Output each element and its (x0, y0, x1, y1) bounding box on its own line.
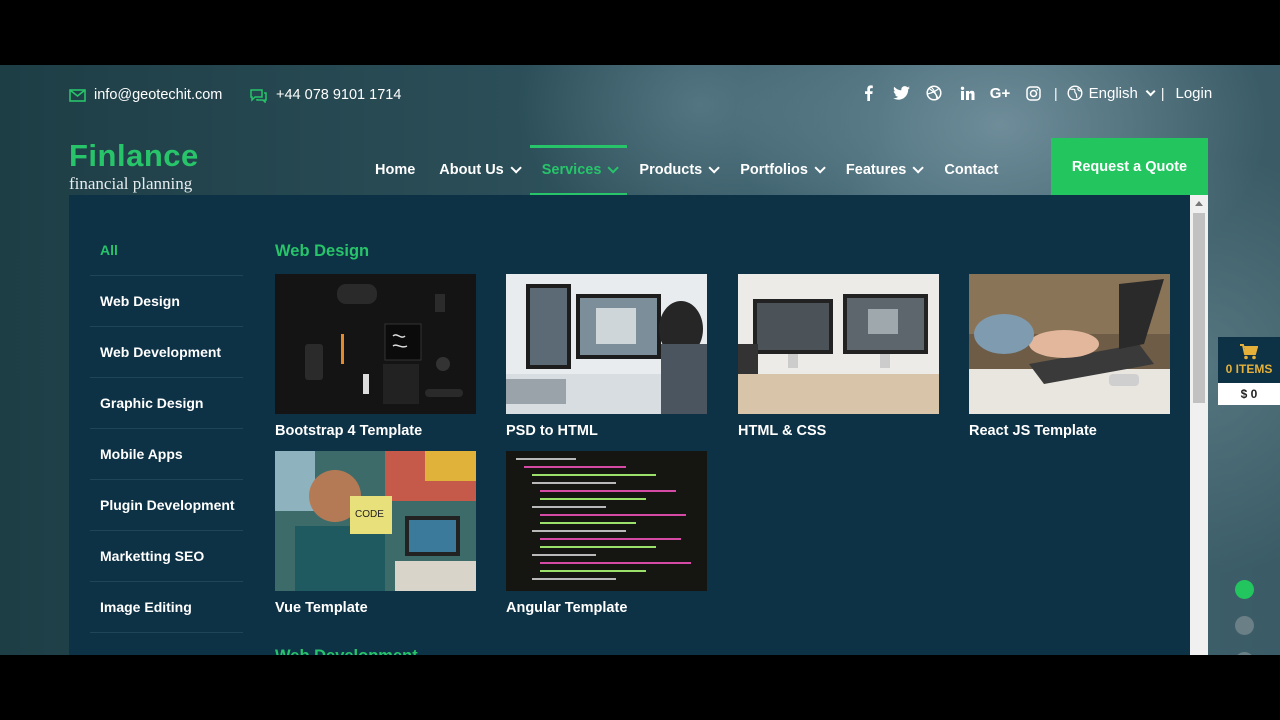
logo[interactable]: Finlance financial planning (69, 139, 199, 193)
nav-home[interactable]: Home (363, 145, 427, 195)
thumbnail-vue: CODE (275, 451, 476, 591)
slider-dot[interactable] (1235, 652, 1254, 655)
separator: | (1160, 85, 1165, 101)
thumbnail-bootstrap (275, 274, 476, 414)
scroll-up-arrow-icon[interactable] (1195, 201, 1203, 206)
service-card-title: React JS Template (969, 423, 1097, 439)
service-card[interactable]: Angular Template (506, 451, 707, 616)
category-plugin-development[interactable]: Plugin Development (90, 480, 243, 531)
nav-about-us-label: About Us (439, 162, 504, 178)
service-card[interactable]: HTML & CSS (738, 274, 939, 439)
nav-services[interactable]: Services (529, 145, 628, 195)
nav-portfolios-label: Portfolios (740, 162, 808, 178)
envelope-icon (69, 88, 86, 102)
cart-summary: 0 ITEMS (1218, 337, 1280, 383)
request-quote-button[interactable]: Request a Quote (1051, 138, 1208, 195)
chevron-down-icon (912, 162, 925, 174)
category-web-development[interactable]: Web Development (90, 327, 243, 378)
service-card-title: PSD to HTML (506, 423, 598, 439)
top-bar: info@geotechit.com +44 078 9101 1714 G+ … (0, 65, 1280, 127)
section-title-web-design: Web Design (275, 242, 370, 260)
logo-tagline: financial planning (69, 174, 193, 193)
service-card-title: Bootstrap 4 Template (275, 423, 423, 439)
language-label: English (1088, 84, 1138, 102)
service-card[interactable]: Bootstrap 4 Template (275, 274, 476, 439)
top-right-links: G+ | English | Login (858, 83, 1212, 103)
service-card-title: HTML & CSS (738, 423, 827, 439)
instagram-icon[interactable] (1023, 83, 1043, 103)
cart-items-count: 0 ITEMS (1225, 362, 1273, 376)
logo-name: Finlance (69, 138, 199, 173)
nav-features[interactable]: Features (834, 145, 932, 195)
phone-link[interactable]: +44 078 9101 1714 (249, 87, 401, 103)
email-link[interactable]: info@geotechit.com (69, 87, 222, 103)
service-card[interactable]: PSD to HTML (506, 274, 707, 439)
thumbnail-react-js (969, 274, 1170, 414)
nav-portfolios[interactable]: Portfolios (728, 145, 834, 195)
thumbnail-angular (506, 451, 707, 591)
chat-icon (250, 88, 267, 103)
chevron-down-icon (708, 162, 721, 174)
services-mega-menu: All Web Design Web Development Graphic D… (69, 195, 1208, 655)
email-text: info@geotechit.com (94, 87, 223, 103)
nav-products-label: Products (639, 162, 703, 178)
dribbble-icon[interactable] (924, 83, 944, 103)
scrollbar-thumb[interactable] (1193, 213, 1205, 403)
chevron-down-icon (1145, 85, 1156, 96)
section-title-web-development: Web Development (275, 647, 418, 655)
chevron-down-icon (607, 162, 620, 174)
category-marketting-seo[interactable]: Marketting SEO (90, 531, 243, 582)
category-web-design[interactable]: Web Design (90, 276, 243, 327)
service-card-title: Angular Template (506, 600, 628, 616)
language-select[interactable]: English (1067, 84, 1156, 102)
category-mobile-apps[interactable]: Mobile Apps (90, 429, 243, 480)
linkedin-icon[interactable] (957, 83, 977, 103)
cart-widget[interactable]: 0 ITEMS $ 0 (1218, 337, 1280, 405)
svg-text:CODE: CODE (355, 509, 384, 520)
chevron-down-icon (814, 162, 826, 174)
chevron-down-icon (510, 162, 522, 174)
nav-about-us[interactable]: About Us (427, 145, 529, 195)
cart-icon (1240, 344, 1258, 360)
nav-products[interactable]: Products (627, 145, 728, 195)
thumbnail-psd-to-html (506, 274, 707, 414)
globe-icon (1067, 85, 1083, 101)
twitter-icon[interactable] (891, 83, 911, 103)
google-plus-icon[interactable]: G+ (990, 83, 1010, 103)
service-card[interactable]: CODE Vue Template (275, 451, 476, 616)
separator: | (1054, 85, 1058, 101)
category-graphic-design[interactable]: Graphic Design (90, 378, 243, 429)
login-link[interactable]: Login (1175, 85, 1212, 102)
service-card[interactable]: React JS Template (969, 274, 1170, 439)
cart-total: $ 0 (1218, 383, 1280, 405)
nav-home-label: Home (375, 162, 416, 178)
nav-contact-label: Contact (944, 162, 999, 178)
service-card-title: Vue Template (275, 600, 368, 616)
facebook-icon[interactable] (858, 83, 878, 103)
mega-menu-scrollbar[interactable] (1190, 195, 1208, 655)
thumbnail-html-css (738, 274, 939, 414)
slider-dot[interactable] (1235, 616, 1254, 635)
nav-features-label: Features (845, 162, 907, 178)
page: info@geotechit.com +44 078 9101 1714 G+ … (0, 65, 1280, 655)
category-all[interactable]: All (90, 225, 243, 276)
main-nav: Home About Us Services Products Portfoli… (363, 145, 1010, 195)
category-list: All Web Design Web Development Graphic D… (90, 225, 243, 633)
category-image-editing[interactable]: Image Editing (90, 582, 243, 633)
nav-contact[interactable]: Contact (932, 145, 1010, 195)
nav-services-label: Services (541, 162, 602, 178)
phone-text: +44 078 9101 1714 (276, 87, 402, 103)
slider-dot-active[interactable] (1235, 580, 1254, 599)
